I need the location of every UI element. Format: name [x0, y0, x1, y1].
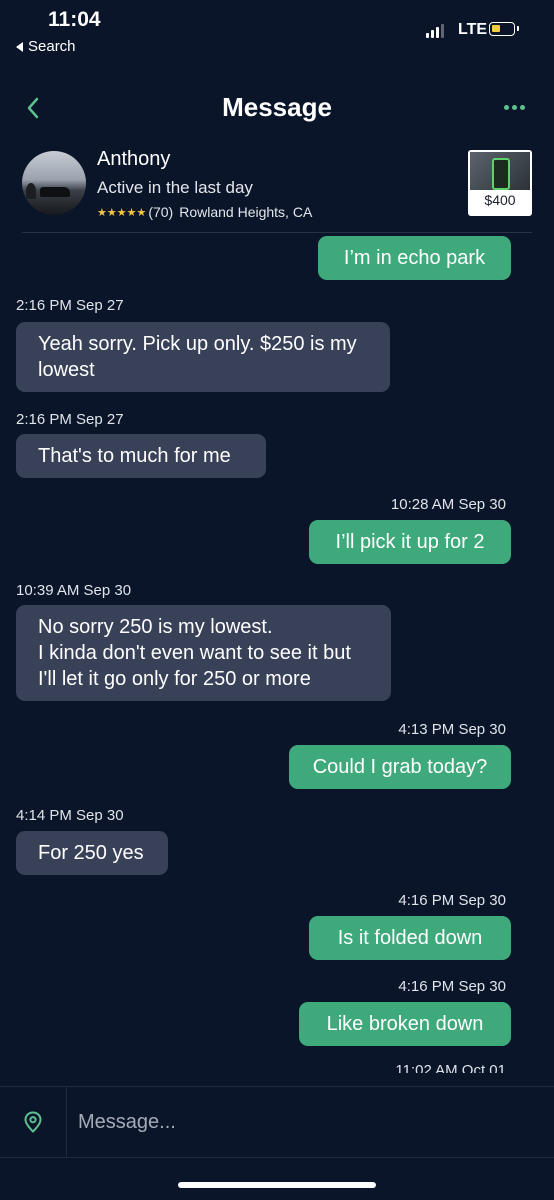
message-bubble-outgoing[interactable]: Like broken down [299, 1002, 511, 1046]
status-time: 11:04 [48, 8, 101, 31]
message-bubble-outgoing[interactable]: I’m in echo park [318, 236, 511, 280]
seller-meta: ★★★★★ (70) Rowland Heights, CA [97, 204, 312, 220]
seller-activity-status: Active in the last day [97, 178, 253, 197]
back-to-app-link[interactable]: Search [16, 38, 76, 55]
review-count: (70) [148, 204, 174, 220]
location-button[interactable] [0, 1087, 67, 1157]
message-bubble-outgoing[interactable]: Could I grab today? [289, 745, 511, 789]
status-bar: 11:04 Search LTE [0, 0, 554, 70]
seller-location: Rowland Heights, CA [179, 204, 313, 220]
back-to-app-label: Search [28, 38, 76, 55]
page-title: Message [222, 92, 332, 122]
location-pin-icon [24, 1111, 42, 1133]
avatar[interactable] [22, 151, 86, 215]
message-bubble-incoming[interactable]: That's to much for me [16, 434, 266, 478]
back-triangle-icon [16, 41, 23, 52]
message-timestamp: 4:14 PM Sep 30 [16, 807, 124, 824]
network-label: LTE [458, 21, 488, 38]
message-timestamp: 10:28 AM Sep 30 [390, 496, 506, 513]
seller-name[interactable]: Anthony [97, 148, 170, 171]
message-bubble-outgoing[interactable]: Is it folded down [309, 916, 511, 960]
message-bubble-incoming[interactable]: Yeah sorry. Pick up only. $250 is my low… [16, 322, 390, 392]
message-timestamp: 2:16 PM Sep 27 [16, 297, 124, 314]
listing-card[interactable]: $400 [468, 150, 532, 216]
message-timestamp: 4:16 PM Sep 30 [398, 978, 506, 995]
message-timestamp: 10:39 AM Sep 30 [16, 582, 132, 599]
message-input[interactable] [66, 1087, 554, 1157]
more-dots-icon[interactable] [504, 105, 525, 110]
message-bubble-outgoing[interactable]: I’ll pick it up for 2 [309, 520, 511, 564]
message-bubble-incoming[interactable]: For 250 yes [16, 831, 168, 875]
message-bubble-incoming[interactable]: No sorry 250 is my lowest. I kinda don't… [16, 605, 391, 701]
listing-thumbnail [470, 152, 530, 190]
message-composer [0, 1086, 554, 1158]
listing-price: $400 [484, 192, 516, 208]
message-timestamp: 4:16 PM Sep 30 [398, 892, 506, 909]
signal-icon [426, 24, 444, 38]
battery-icon [489, 22, 519, 36]
rating-stars-icon: ★★★★★ [97, 206, 147, 219]
message-thread[interactable]: I’m in echo park 2:16 PM Sep 27 Yeah sor… [0, 233, 554, 1073]
message-timestamp: 2:16 PM Sep 27 [16, 411, 124, 428]
message-timestamp: 11:02 AM Oct 01 [395, 1062, 506, 1073]
home-indicator [178, 1182, 376, 1188]
message-timestamp: 4:13 PM Sep 30 [398, 721, 506, 738]
